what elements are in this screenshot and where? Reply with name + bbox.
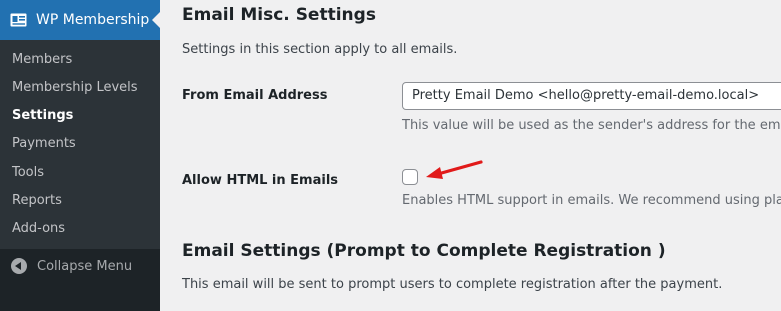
current-menu-pointer	[152, 12, 160, 28]
from-email-help: This value will be used as the sender's …	[402, 118, 781, 133]
submenu-item-tools[interactable]: Tools	[12, 164, 44, 182]
collapse-arrow-icon	[11, 258, 27, 274]
from-email-input[interactable]: Pretty Email Demo <hello@pretty-email-de…	[402, 82, 781, 110]
admin-sidebar: WP Membership Members Membership Levels …	[0, 0, 160, 311]
prompt-section-title: Email Settings (Prompt to Complete Regis…	[182, 241, 666, 261]
menu-title: WP Membership	[36, 12, 150, 28]
allow-html-help: Enables HTML support in emails. We recom…	[402, 193, 781, 208]
allow-html-checkbox[interactable]	[402, 169, 418, 185]
submenu-item-add-ons[interactable]: Add-ons	[12, 220, 65, 238]
submenu-item-members[interactable]: Members	[12, 51, 72, 69]
collapse-menu-button[interactable]: Collapse Menu	[0, 256, 160, 276]
submenu-item-reports[interactable]: Reports	[12, 192, 62, 210]
prompt-section-description: This email will be sent to prompt users …	[182, 277, 723, 292]
from-email-label: From Email Address	[182, 88, 328, 103]
misc-section-title: Email Misc. Settings	[182, 5, 376, 25]
submenu: Members Membership Levels Settings Payme…	[0, 40, 160, 249]
submenu-item-payments[interactable]: Payments	[12, 135, 76, 153]
submenu-item-settings[interactable]: Settings	[12, 107, 73, 125]
menu-wp-membership[interactable]: WP Membership	[0, 0, 160, 40]
settings-content: Email Misc. Settings Settings in this se…	[160, 0, 781, 311]
id-card-icon	[10, 13, 27, 27]
collapse-menu-label: Collapse Menu	[37, 258, 133, 274]
red-arrow-icon	[426, 160, 483, 179]
misc-section-description: Settings in this section apply to all em…	[182, 42, 458, 57]
allow-html-label: Allow HTML in Emails	[182, 173, 339, 188]
submenu-item-membership-levels[interactable]: Membership Levels	[12, 79, 138, 97]
